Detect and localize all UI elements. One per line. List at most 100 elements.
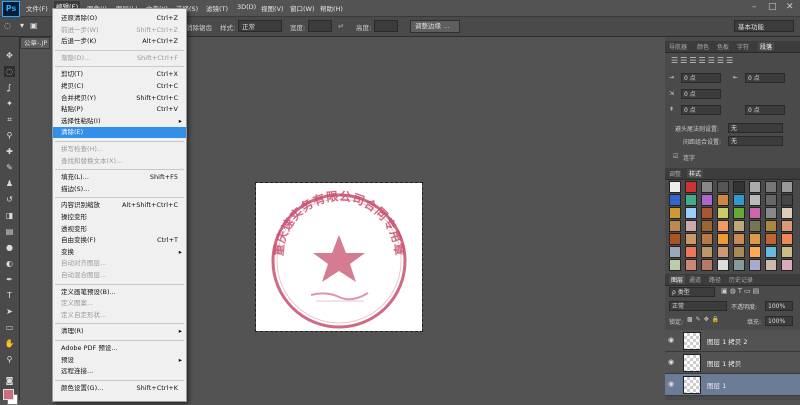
visibility-eye-icon[interactable]: ◉	[668, 380, 674, 388]
style-swatch[interactable]	[781, 259, 793, 271]
zoom-tool-icon[interactable]: ⚲	[4, 354, 15, 365]
spacing-select[interactable]: 无	[728, 136, 783, 146]
menu-file[interactable]: 文件(F)	[26, 3, 48, 13]
edit-menu-item[interactable]: 后退一步(K) Alt+Ctrl+Z	[53, 36, 186, 47]
style-swatch[interactable]	[765, 259, 777, 271]
style-swatch[interactable]	[669, 181, 681, 193]
blur-tool-icon[interactable]: ●	[4, 242, 15, 253]
tab-navigator[interactable]: 导航器	[669, 42, 687, 51]
edit-menu-item[interactable]: 清除(E)	[53, 127, 186, 139]
style-swatch[interactable]	[701, 181, 713, 193]
style-swatch[interactable]	[749, 233, 761, 245]
style-swatch[interactable]	[749, 181, 761, 193]
refine-edge-button[interactable]: 调整边缘 ...	[410, 20, 460, 33]
dodge-tool-icon[interactable]: ◐	[4, 258, 15, 269]
menu-filter[interactable]: 滤镜(T)	[206, 3, 228, 13]
style-swatch[interactable]	[781, 207, 793, 219]
style-swatch[interactable]	[781, 233, 793, 245]
tab-paragraph[interactable]: 段落	[758, 42, 775, 51]
menu-view[interactable]: 视图(V)	[261, 3, 284, 13]
style-swatch[interactable]	[669, 259, 681, 271]
tab-channels[interactable]: 通道	[689, 275, 701, 284]
style-swatch[interactable]	[701, 259, 713, 271]
tab-history[interactable]: 历史记录	[729, 275, 753, 284]
workspace-select[interactable]: 基本功能	[734, 20, 794, 32]
style-swatch[interactable]	[717, 233, 729, 245]
layer-kind-filter[interactable]: ρ 类型	[669, 287, 715, 297]
indent-left-field[interactable]: 0 点	[681, 73, 721, 83]
visibility-eye-icon[interactable]: ◉	[668, 336, 674, 344]
edit-menu-item[interactable]: 填充(L)... Shift+F5	[53, 172, 186, 183]
layer-filter-icons[interactable]: ▣◍T▭▤	[721, 287, 761, 295]
style-swatch[interactable]	[749, 207, 761, 219]
hyphen-select[interactable]: 无	[728, 123, 783, 133]
edit-menu-item[interactable]: 清理(R) ▸	[53, 326, 186, 337]
style-swatch[interactable]	[701, 233, 713, 245]
style-swatch[interactable]	[669, 220, 681, 232]
style-swatch[interactable]	[749, 246, 761, 258]
edit-menu-item[interactable]: 定义画笔预设(B)...	[53, 287, 186, 298]
edit-menu-item[interactable]: 剪切(T) Ctrl+X	[53, 69, 186, 80]
style-swatch[interactable]	[669, 194, 681, 206]
style-swatch[interactable]	[685, 233, 697, 245]
swap-icon[interactable]: ⇄	[338, 22, 343, 30]
style-swatch[interactable]	[733, 207, 745, 219]
style-swatch[interactable]	[685, 194, 697, 206]
quick-mask-icon[interactable]: ◙	[4, 375, 15, 386]
style-select[interactable]: 正常	[238, 20, 282, 32]
gradient-tool-icon[interactable]: ▤	[4, 226, 15, 237]
new-selection-icon[interactable]: ▾	[20, 21, 24, 30]
style-swatch[interactable]	[717, 246, 729, 258]
blend-mode-select[interactable]: 正常	[669, 301, 727, 311]
lock-icons[interactable]: ▩✎✥🔒	[687, 316, 722, 323]
style-swatch[interactable]	[685, 246, 697, 258]
style-swatch[interactable]	[669, 233, 681, 245]
style-swatch[interactable]	[685, 220, 697, 232]
style-swatch[interactable]	[765, 207, 777, 219]
path-selection-icon[interactable]: ➤	[4, 306, 15, 317]
style-swatch[interactable]	[685, 259, 697, 271]
height-field[interactable]	[374, 20, 398, 32]
edit-menu-item[interactable]: 内容识别缩放 Alt+Shift+Ctrl+C	[53, 200, 186, 211]
edit-menu-item[interactable]: 变换 ▸	[53, 247, 186, 258]
edit-menu-item[interactable]: 粘贴(P) Ctrl+V	[53, 104, 186, 115]
tab-character[interactable]: 字符	[737, 42, 749, 51]
edit-menu-item[interactable]: 描边(S)...	[53, 184, 186, 195]
style-swatch[interactable]	[765, 194, 777, 206]
style-swatch[interactable]	[765, 233, 777, 245]
edit-menu-item[interactable]: 颜色设置(G)... Shift+Ctrl+K	[53, 383, 186, 394]
space-after-field[interactable]: 0 点	[745, 105, 785, 115]
eraser-tool-icon[interactable]: ◨	[4, 210, 15, 221]
close-icon[interactable]: ✕	[786, 2, 794, 12]
style-swatch[interactable]	[733, 246, 745, 258]
space-before-field[interactable]: 0 点	[681, 105, 721, 115]
visibility-eye-icon[interactable]: ◉	[668, 358, 674, 366]
width-field[interactable]	[308, 20, 332, 32]
maximize-icon[interactable]: □	[768, 2, 777, 12]
shape-tool-icon[interactable]: ▭	[4, 322, 15, 333]
hand-tool-icon[interactable]: ✋	[4, 338, 15, 349]
edit-menu-item[interactable]: 合并拷贝(Y) Shift+Ctrl+C	[53, 93, 186, 104]
style-swatch[interactable]	[685, 181, 697, 193]
style-swatch[interactable]	[749, 194, 761, 206]
tab-color[interactable]: 颜色	[697, 42, 709, 51]
style-swatch[interactable]	[733, 233, 745, 245]
style-swatch[interactable]	[717, 220, 729, 232]
indent-right-field[interactable]: 0 点	[745, 73, 785, 83]
crop-tool-icon[interactable]: ⌗	[4, 114, 15, 125]
magic-wand-icon[interactable]: ✦	[4, 98, 15, 109]
tab-swatches[interactable]: 色板	[717, 42, 729, 51]
edit-menu-item[interactable]: 选择性粘贴(I) ▸	[53, 116, 186, 127]
selection-mode-icon[interactable]: ▣	[30, 21, 38, 30]
style-swatch[interactable]	[781, 220, 793, 232]
tab-paths[interactable]: 路径	[709, 275, 721, 284]
style-swatch[interactable]	[781, 181, 793, 193]
brush-tool-icon[interactable]: ✎	[4, 162, 15, 173]
pen-tool-icon[interactable]: ✒	[4, 274, 15, 285]
history-brush-icon[interactable]: ↺	[4, 194, 15, 205]
style-swatch[interactable]	[701, 220, 713, 232]
style-swatch[interactable]	[685, 207, 697, 219]
menu-window[interactable]: 窗口(W)	[290, 3, 315, 13]
layer-row[interactable]: ◉ 图层 1	[665, 374, 800, 396]
layer-row[interactable]: ◉ 图层 1 拷贝 2	[665, 330, 800, 352]
